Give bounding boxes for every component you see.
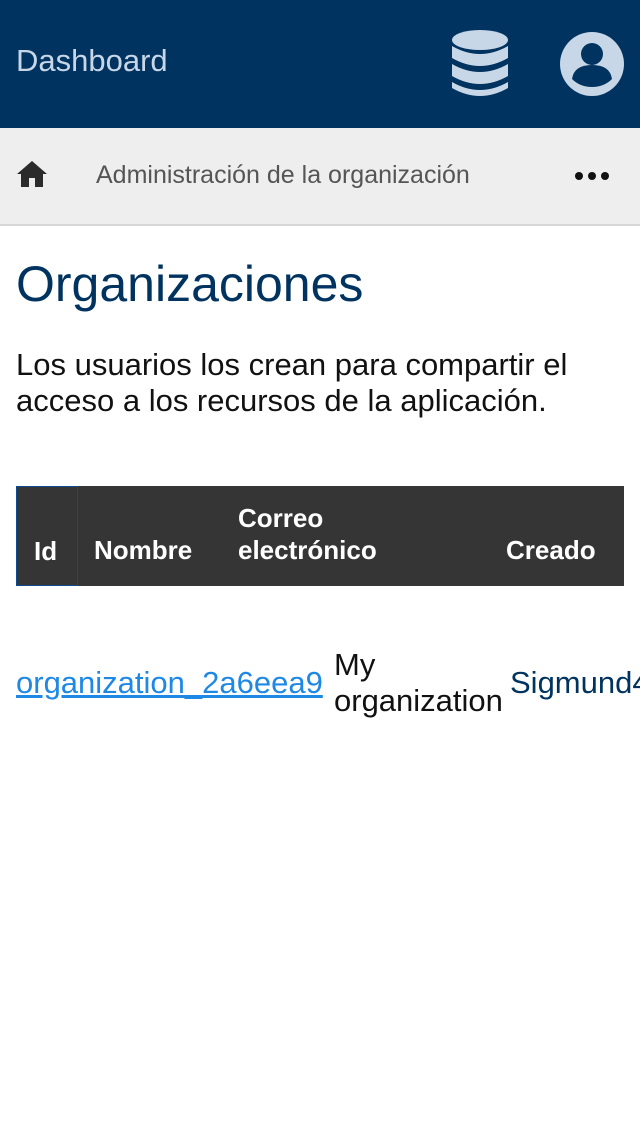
breadcrumb-current: Administración de la organización: [96, 161, 470, 189]
org-created-cell: Sigmund4: [510, 665, 640, 700]
home-icon[interactable]: [16, 158, 48, 190]
page-title: Organizaciones: [16, 256, 364, 312]
column-header-name[interactable]: Nombre: [94, 534, 192, 566]
org-name-cell: My organization: [334, 647, 503, 718]
column-header-email[interactable]: Correo electrónico: [238, 502, 438, 566]
column-header-id[interactable]: Id: [16, 486, 78, 586]
table-row: organization_2a6eea9 My organization Sig…: [0, 630, 640, 730]
column-header-id-label: Id: [34, 536, 58, 566]
more-icon[interactable]: [574, 164, 610, 188]
page: Dashboard Administración de la organizac…: [0, 0, 640, 1136]
org-id-link[interactable]: organization_2a6eea9: [16, 665, 323, 701]
database-icon[interactable]: [452, 30, 508, 98]
column-header-created[interactable]: Creado: [506, 534, 596, 566]
app-title-link[interactable]: Dashboard: [16, 42, 168, 80]
account-icon[interactable]: [560, 32, 624, 96]
page-description: Los usuarios los crean para compartir el…: [16, 347, 568, 418]
